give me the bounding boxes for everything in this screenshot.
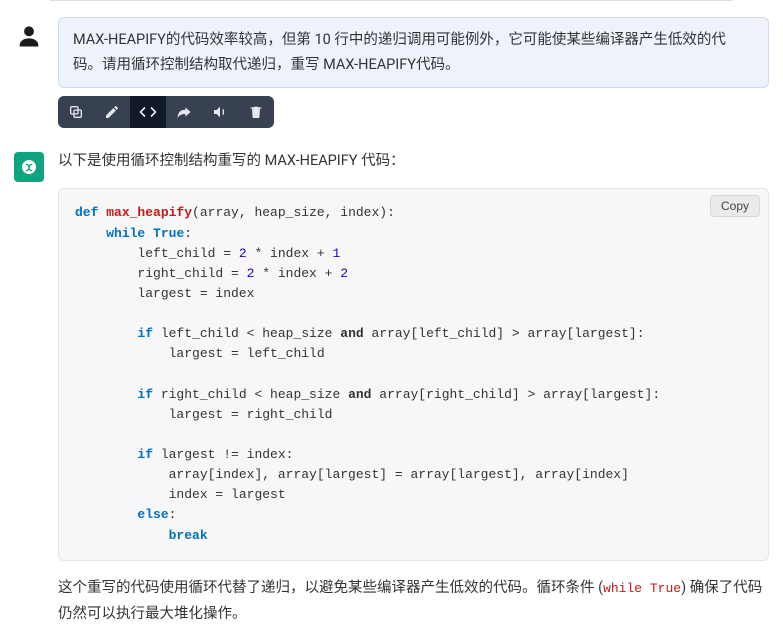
user-avatar [14,21,44,51]
toolbar-delete-button[interactable] [238,96,274,128]
share-icon [176,104,192,120]
toolbar-copy-button[interactable] [58,96,94,128]
edit-icon [104,104,120,120]
bot-outro-text: 这个重写的代码使用循环代替了递归，以避免某些编译器产生低效的代码。循环条件 (w… [58,575,769,627]
volume-icon [212,104,228,120]
code-copy-button[interactable]: Copy [710,195,760,217]
inline-code: while True [603,581,681,596]
bot-intro-text: 以下是使用循环控制结构重写的 MAX-HEAPIFY 代码： [58,148,769,174]
toolbar-edit-button[interactable] [94,96,130,128]
user-prompt-text: MAX-HEAPIFY的代码效率较高，但第 10 行中的递归调用可能例外，它可能… [58,17,769,88]
copy-icon [68,104,84,120]
openai-icon [19,157,39,177]
code-content: def max_heapify(array, heap_size, index)… [59,189,768,559]
delete-icon [248,104,264,120]
bot-message: 以下是使用循环控制结构重写的 MAX-HEAPIFY 代码： Copy def … [0,138,783,637]
bot-avatar [14,152,44,182]
message-toolbar [58,96,274,128]
toolbar-share-button[interactable] [166,96,202,128]
person-icon [15,22,43,50]
toolbar-code-button[interactable] [130,96,166,128]
toolbar-volume-button[interactable] [202,96,238,128]
user-message: MAX-HEAPIFY的代码效率较高，但第 10 行中的递归调用可能例外，它可能… [0,7,783,138]
code-icon [139,103,157,121]
code-block: Copy def max_heapify(array, heap_size, i… [58,188,769,560]
